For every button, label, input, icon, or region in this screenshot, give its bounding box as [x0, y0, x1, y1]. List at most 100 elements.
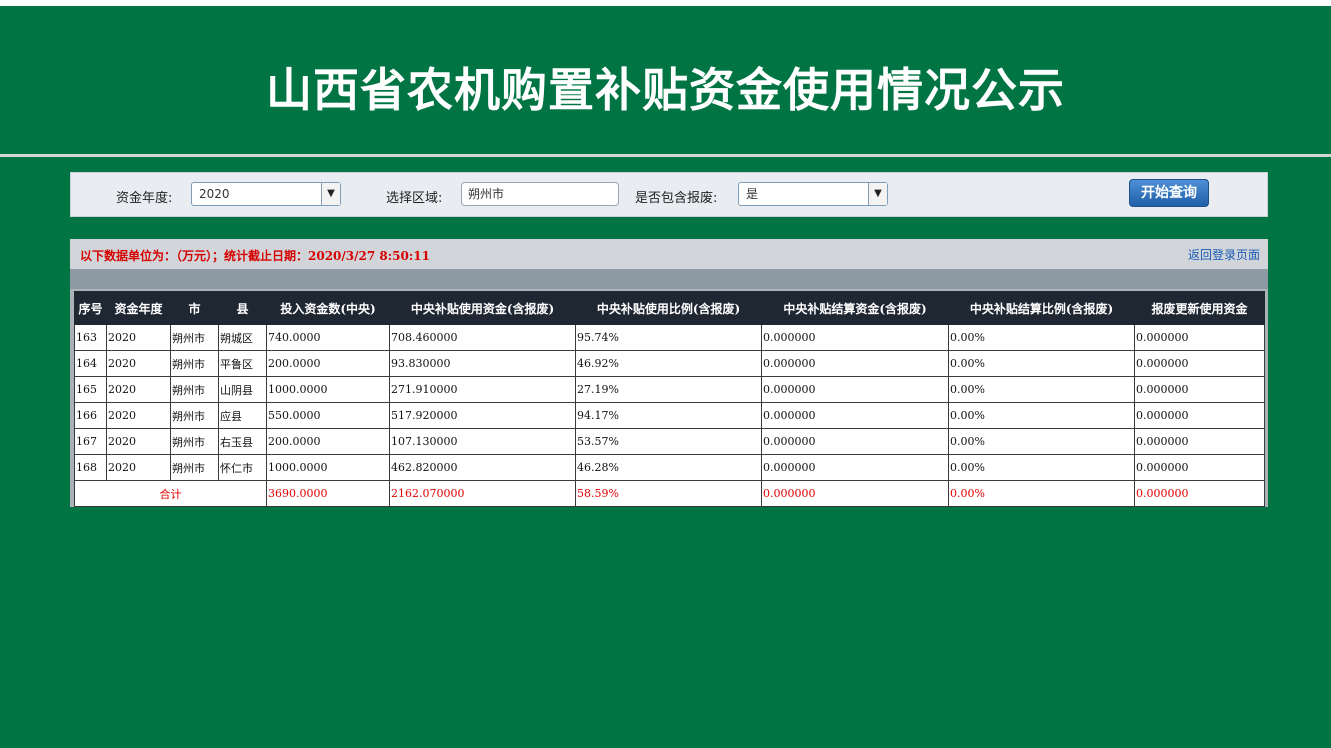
back-to-login-link[interactable]: 返回登录页面: [1188, 246, 1260, 263]
table-cell: 200.0000: [266, 350, 390, 377]
total-cell: 0.000000: [761, 480, 949, 507]
table-cell: 0.000000: [761, 350, 949, 377]
subsidy-table: 序号 资金年度 市 县 投入资金数(中央) 中央补贴使用资金(含报废) 中央补贴…: [74, 291, 1265, 507]
table-cell: 0.000000: [761, 324, 949, 351]
table-cell: 0.00%: [948, 376, 1135, 403]
table-cell: 朔州市: [170, 350, 219, 377]
table-cell: 朔州市: [170, 376, 219, 403]
table-cell: 2020: [106, 454, 171, 481]
page-header: 山西省农机购置补贴资金使用情况公示: [0, 6, 1331, 154]
table-cell: 167: [74, 428, 107, 455]
table-cell: 164: [74, 350, 107, 377]
total-cell: 3690.0000: [266, 480, 390, 507]
total-label: 合计: [74, 480, 267, 507]
table-cell: 山阴县: [218, 376, 267, 403]
table-top-band: [70, 269, 1268, 289]
table-cell: 朔州市: [170, 324, 219, 351]
table-cell: 165: [74, 376, 107, 403]
table-cell: 163: [74, 324, 107, 351]
col-header: 中央补贴结算比例(含报废): [948, 291, 1135, 325]
col-header: 市: [170, 291, 219, 325]
table-cell: 朔城区: [218, 324, 267, 351]
include-scrap-select-value: 是: [746, 187, 759, 201]
col-header: 资金年度: [106, 291, 171, 325]
col-header: 县: [218, 291, 267, 325]
table-cell: 740.0000: [266, 324, 390, 351]
col-header: 报废更新使用资金: [1134, 291, 1265, 325]
table-cell: 271.910000: [389, 376, 576, 403]
table-cell: 平鲁区: [218, 350, 267, 377]
table-cell: 朔州市: [170, 402, 219, 429]
table-cell: 46.92%: [575, 350, 762, 377]
col-header: 投入资金数(中央): [266, 291, 390, 325]
table-cell: 95.74%: [575, 324, 762, 351]
table-row: 165 2020 朔州市 山阴县 1000.0000 271.910000 27…: [74, 376, 1265, 403]
table-cell: 朔州市: [170, 454, 219, 481]
table-cell: 右玉县: [218, 428, 267, 455]
region-input[interactable]: 朔州市: [461, 182, 619, 206]
total-cell: 2162.070000: [389, 480, 576, 507]
info-bar: 以下数据单位为：（万元）；统计截止日期：2020/3/27 8:50:11 返回…: [70, 239, 1268, 269]
table-cell: 517.920000: [389, 402, 576, 429]
table-cell: 2020: [106, 324, 171, 351]
col-header: 序号: [74, 291, 107, 325]
region-label: 选择区域:: [386, 191, 443, 206]
table-cell: 2020: [106, 376, 171, 403]
table-cell: 27.19%: [575, 376, 762, 403]
header-divider: [0, 154, 1331, 157]
filter-bar: 资金年度: 2020 ▼ 选择区域: 朔州市 是否包含报废: 是 ▼ 开始查询: [70, 172, 1268, 217]
table-cell: 0.00%: [948, 350, 1135, 377]
table-header-row: 序号 资金年度 市 县 投入资金数(中央) 中央补贴使用资金(含报废) 中央补贴…: [74, 291, 1265, 325]
table-cell: 2020: [106, 428, 171, 455]
table-cell: 94.17%: [575, 402, 762, 429]
table-cell: 166: [74, 402, 107, 429]
table-row: 166 2020 朔州市 应县 550.0000 517.920000 94.1…: [74, 402, 1265, 429]
start-query-button[interactable]: 开始查询: [1129, 179, 1209, 207]
year-select[interactable]: 2020 ▼: [191, 182, 341, 206]
table-row: 168 2020 朔州市 怀仁市 1000.0000 462.820000 46…: [74, 454, 1265, 481]
table-cell: 0.000000: [761, 376, 949, 403]
table-cell: 1000.0000: [266, 376, 390, 403]
table-cell: 0.000000: [1134, 350, 1265, 377]
table-cell: 应县: [218, 402, 267, 429]
col-header: 中央补贴结算资金(含报废): [761, 291, 949, 325]
table-cell: 0.000000: [761, 402, 949, 429]
table-cell: 0.00%: [948, 454, 1135, 481]
include-scrap-label: 是否包含报废:: [635, 191, 718, 206]
table-cell: 朔州市: [170, 428, 219, 455]
table-cell: 0.000000: [1134, 454, 1265, 481]
table-cell: 168: [74, 454, 107, 481]
table-cell: 0.00%: [948, 428, 1135, 455]
table-cell: 0.000000: [761, 428, 949, 455]
col-header: 中央补贴使用比例(含报废): [575, 291, 762, 325]
chevron-down-icon[interactable]: ▼: [321, 183, 340, 205]
total-cell: 0.00%: [948, 480, 1135, 507]
table-cell: 0.000000: [1134, 402, 1265, 429]
table-cell: 0.000000: [1134, 428, 1265, 455]
total-cell: 0.000000: [1134, 480, 1265, 507]
page-title: 山西省农机购置补贴资金使用情况公示: [266, 63, 1065, 117]
include-scrap-select[interactable]: 是 ▼: [738, 182, 888, 206]
table-total-row: 合计 3690.0000 2162.070000 58.59% 0.000000…: [74, 480, 1265, 507]
table-cell: 2020: [106, 402, 171, 429]
table-cell: 200.0000: [266, 428, 390, 455]
chevron-down-icon[interactable]: ▼: [868, 183, 887, 205]
table-row: 164 2020 朔州市 平鲁区 200.0000 93.830000 46.9…: [74, 350, 1265, 377]
year-label: 资金年度:: [116, 191, 173, 206]
table-cell: 550.0000: [266, 402, 390, 429]
table-cell: 0.000000: [1134, 376, 1265, 403]
table-row: 167 2020 朔州市 右玉县 200.0000 107.130000 53.…: [74, 428, 1265, 455]
table-cell: 462.820000: [389, 454, 576, 481]
table-cell: 93.830000: [389, 350, 576, 377]
total-cell: 58.59%: [575, 480, 762, 507]
table-cell: 2020: [106, 350, 171, 377]
table-cell: 怀仁市: [218, 454, 267, 481]
table-cell: 0.00%: [948, 402, 1135, 429]
table-cell: 0.00%: [948, 324, 1135, 351]
unit-and-date-text: 以下数据单位为：（万元）；统计截止日期：2020/3/27 8:50:11: [80, 249, 430, 263]
year-select-value: 2020: [199, 187, 230, 201]
table-cell: 1000.0000: [266, 454, 390, 481]
table-cell: 0.000000: [1134, 324, 1265, 351]
col-header: 中央补贴使用资金(含报废): [389, 291, 576, 325]
table-cell: 46.28%: [575, 454, 762, 481]
